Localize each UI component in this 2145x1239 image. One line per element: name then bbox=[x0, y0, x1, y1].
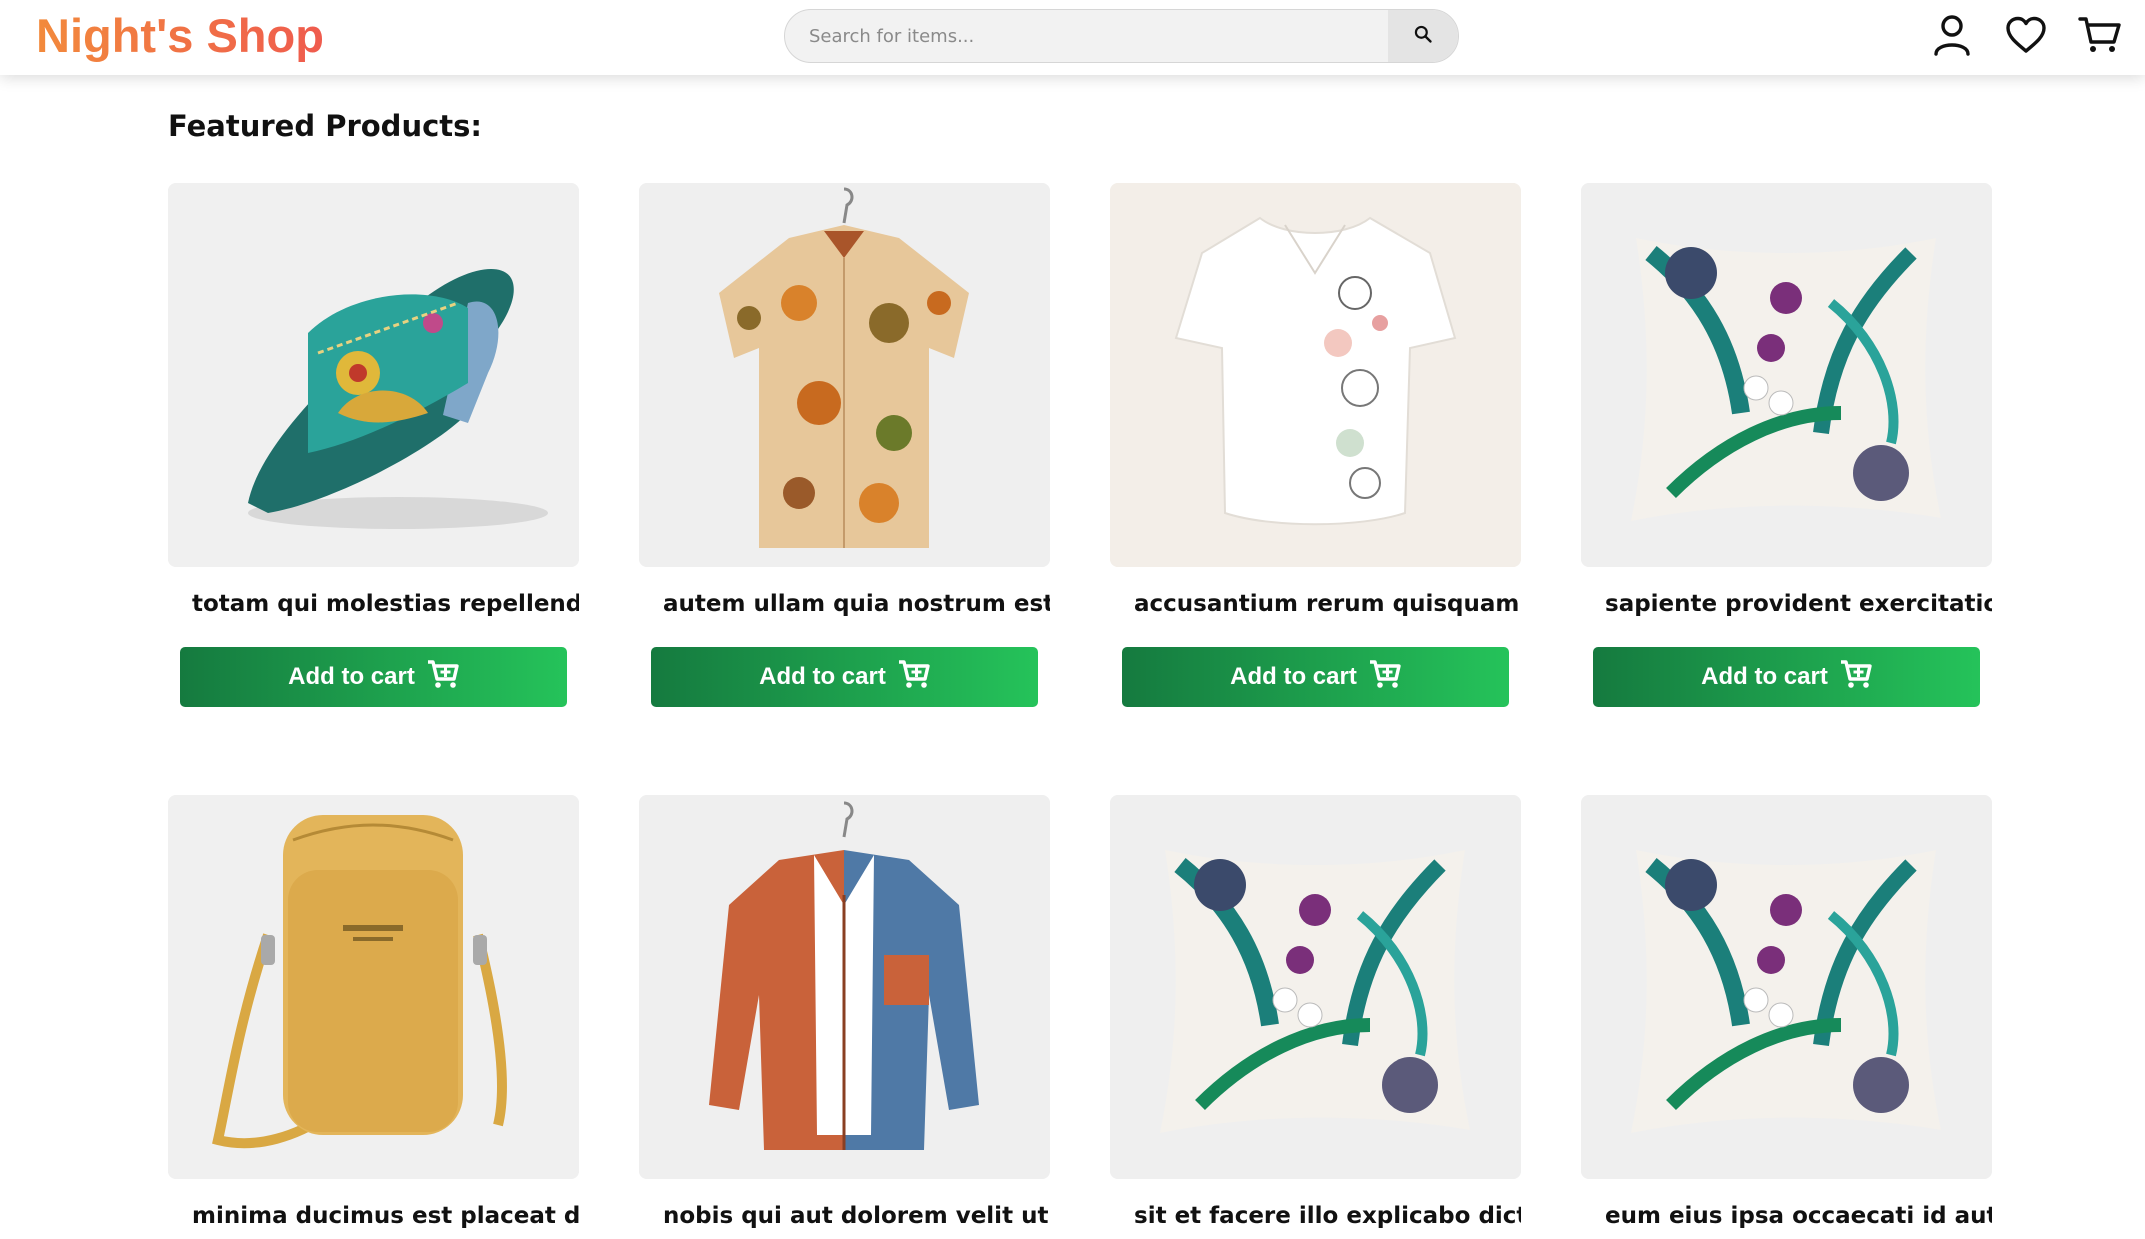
cart-plus-icon bbox=[1840, 659, 1872, 696]
product-image-tropical-pillow[interactable] bbox=[1110, 795, 1521, 1179]
product-image-floral-shirt[interactable] bbox=[639, 183, 1050, 567]
product-image-yellow-bag[interactable] bbox=[168, 795, 579, 1179]
cart-plus-icon bbox=[1369, 659, 1401, 696]
add-to-cart-label: Add to cart bbox=[759, 663, 886, 690]
product-image-tropical-pillow[interactable] bbox=[1581, 183, 1992, 567]
user-icon bbox=[1932, 14, 1972, 60]
heart-icon bbox=[2005, 16, 2047, 58]
cart-button[interactable] bbox=[2075, 12, 2125, 62]
product-image-sandal[interactable] bbox=[168, 183, 579, 567]
shop-logo[interactable]: Night's Shop bbox=[36, 6, 324, 66]
product-image-tropical-pillow[interactable] bbox=[1581, 795, 1992, 1179]
product-title[interactable]: sit et facere illo explicabo dicta bbox=[1110, 1203, 1521, 1239]
product-title[interactable]: sapiente provident exercitatio... bbox=[1581, 591, 1992, 627]
product-card: nobis qui aut dolorem velit ut bbox=[639, 795, 1050, 1239]
product-title[interactable]: accusantium rerum quisquam ... bbox=[1110, 591, 1521, 627]
add-to-cart-button[interactable]: Add to cart bbox=[651, 647, 1038, 707]
product-title[interactable]: nobis qui aut dolorem velit ut bbox=[639, 1203, 1050, 1239]
add-to-cart-button[interactable]: Add to cart bbox=[180, 647, 567, 707]
product-card: eum eius ipsa occaecati id aut bbox=[1581, 795, 1992, 1239]
product-title[interactable]: totam qui molestias repellend... bbox=[168, 591, 579, 627]
wishlist-button[interactable] bbox=[2001, 12, 2051, 62]
product-image-orange-blue-jacket[interactable] bbox=[639, 795, 1050, 1179]
product-title[interactable]: eum eius ipsa occaecati id aut bbox=[1581, 1203, 1992, 1239]
product-title[interactable]: autem ullam quia nostrum est ... bbox=[639, 591, 1050, 627]
product-image-white-blouse[interactable] bbox=[1110, 183, 1521, 567]
top-header: Night's Shop bbox=[0, 0, 2145, 75]
product-card: sapiente provident exercitatio... Add to… bbox=[1581, 183, 1992, 707]
add-to-cart-label: Add to cart bbox=[1230, 663, 1357, 690]
product-title[interactable]: minima ducimus est placeat d... bbox=[168, 1203, 579, 1239]
cart-plus-icon bbox=[427, 659, 459, 696]
section-title: Featured Products: bbox=[168, 109, 483, 143]
add-to-cart-label: Add to cart bbox=[1701, 663, 1828, 690]
cart-plus-icon bbox=[898, 659, 930, 696]
cart-icon bbox=[2078, 15, 2122, 59]
search-icon bbox=[1413, 24, 1433, 48]
search-button[interactable] bbox=[1388, 10, 1458, 62]
product-card: minima ducimus est placeat d... bbox=[168, 795, 579, 1239]
search-input[interactable] bbox=[785, 10, 1395, 62]
product-card: autem ullam quia nostrum est ... Add to … bbox=[639, 183, 1050, 707]
account-button[interactable] bbox=[1927, 12, 1977, 62]
product-card: totam qui molestias repellend... Add to … bbox=[168, 183, 579, 707]
add-to-cart-label: Add to cart bbox=[288, 663, 415, 690]
product-card: accusantium rerum quisquam ... Add to ca… bbox=[1110, 183, 1521, 707]
product-card: sit et facere illo explicabo dicta bbox=[1110, 795, 1521, 1239]
add-to-cart-button[interactable]: Add to cart bbox=[1122, 647, 1509, 707]
add-to-cart-button[interactable]: Add to cart bbox=[1593, 647, 1980, 707]
search-bar bbox=[784, 9, 1459, 63]
